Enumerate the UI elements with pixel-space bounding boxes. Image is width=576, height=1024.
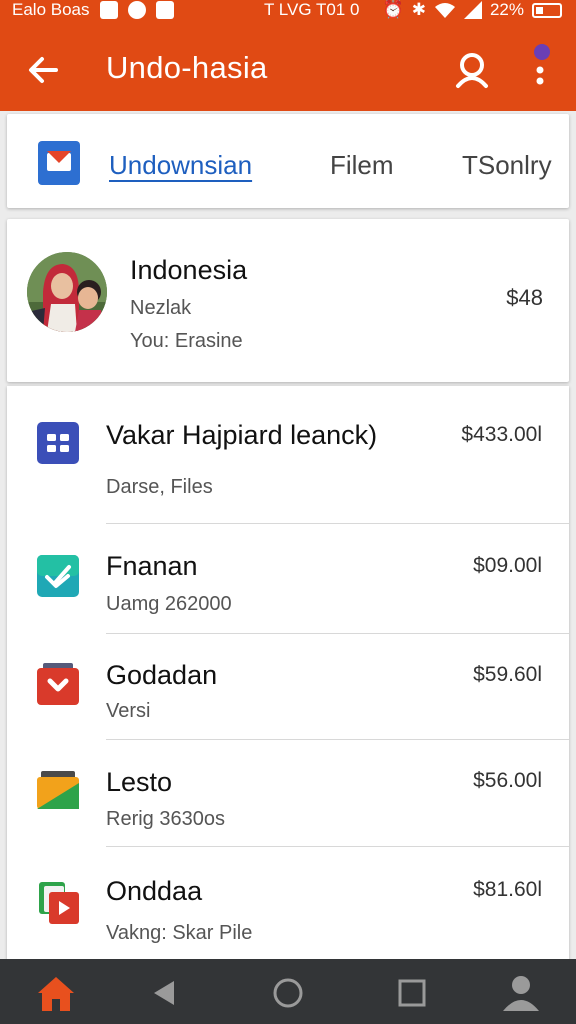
item-title: Godadan [106, 660, 218, 690]
item-subtitle: Darse, Files [106, 476, 213, 498]
wifi-icon [434, 3, 455, 18]
item-price: $59.60l [473, 663, 542, 686]
item-title: Onddaa [106, 876, 203, 906]
item-title: Vakar Hajpiard leanck) [106, 420, 378, 450]
play-folder-icon [37, 663, 79, 705]
signal-icon [463, 1, 482, 19]
back-nav-button[interactable] [142, 971, 186, 1015]
item-subtitle: Vakng: Skar Pile [106, 922, 253, 944]
home-icon [38, 977, 74, 1011]
tab-bar: Undownsian Filem TSonlry [7, 114, 569, 208]
item-subtitle: Rerig 3630os [106, 808, 225, 830]
item-price: $81.60l [473, 878, 542, 901]
app-bar: Ealo Boas T LVG T01 0 ⏰ ✱ 22% Undo-hasia [0, 0, 576, 111]
calendar-icon [155, 1, 174, 19]
battery-icon [532, 2, 562, 18]
item-title: Fnanan [106, 551, 198, 581]
profile-price: $48 [506, 285, 543, 310]
search-icon [456, 53, 488, 88]
arrow-left-icon [29, 57, 58, 83]
back-button[interactable] [22, 48, 66, 92]
list-item[interactable]: Onddaa Vakng: Skar Pile $81.60l [7, 847, 569, 976]
page-title: Undo-hasia [106, 50, 268, 85]
notification-badge [534, 44, 550, 60]
tab-undownsian[interactable]: Undownsian [109, 150, 252, 181]
item-list: Vakar Hajpiard leanck) Darse, Files $433… [7, 386, 569, 976]
item-subtitle: Uamg 262000 [106, 593, 232, 615]
list-item[interactable]: Lesto Rerig 3630os $56.00l [7, 740, 569, 847]
alarm-icon: ⏰ [382, 0, 404, 19]
search-button[interactable] [450, 48, 494, 92]
list-item[interactable]: Vakar Hajpiard leanck) Darse, Files $433… [7, 386, 569, 524]
avatar [27, 252, 107, 332]
back-triangle-icon [154, 981, 174, 1005]
profile-detail: You: Erasine [130, 330, 243, 352]
navigation-bar [0, 959, 576, 1024]
item-price: $56.00l [473, 769, 542, 792]
item-title: Lesto [106, 767, 173, 797]
status-bar: Ealo Boas T LVG T01 0 ⏰ ✱ 22% [0, 0, 576, 24]
checkmark-app-icon [37, 555, 79, 597]
item-price: $433.00l [461, 423, 542, 446]
list-item[interactable]: Godadan Versi $59.60l [7, 634, 569, 740]
circle-icon [127, 1, 146, 19]
account-icon [503, 976, 539, 1011]
item-subtitle: Versi [106, 700, 151, 722]
profile-name: Indonesia [130, 255, 248, 285]
account-nav-button[interactable] [499, 971, 543, 1015]
mail-logo-icon [38, 141, 80, 185]
home-tab-button[interactable] [34, 971, 78, 1015]
recents-nav-button[interactable] [390, 971, 434, 1015]
home-nav-button[interactable] [266, 971, 310, 1015]
status-center-text: T LVG T01 0 [264, 0, 360, 19]
profile-subtitle: Nezlak [130, 297, 192, 319]
battery-percent: 22% [489, 0, 524, 19]
folder-triangle-icon [37, 769, 79, 811]
recents-square-icon [398, 979, 426, 1007]
home-circle-icon [273, 978, 303, 1008]
notification-icon [99, 1, 118, 19]
item-price: $09.00l [473, 554, 542, 577]
bluetooth-icon: ✱ [411, 0, 426, 19]
more-button[interactable] [522, 42, 558, 92]
profile-card[interactable]: Indonesia Nezlak You: Erasine $48 [7, 219, 569, 382]
media-copy-icon [37, 880, 79, 924]
list-item[interactable]: Fnanan Uamg 262000 $09.00l [7, 524, 569, 634]
grid-app-icon [37, 422, 79, 464]
tab-tsonlry[interactable]: TSonlry [462, 150, 552, 181]
status-carrier-text: Ealo Boas [12, 0, 90, 19]
tab-filem[interactable]: Filem [330, 150, 394, 181]
